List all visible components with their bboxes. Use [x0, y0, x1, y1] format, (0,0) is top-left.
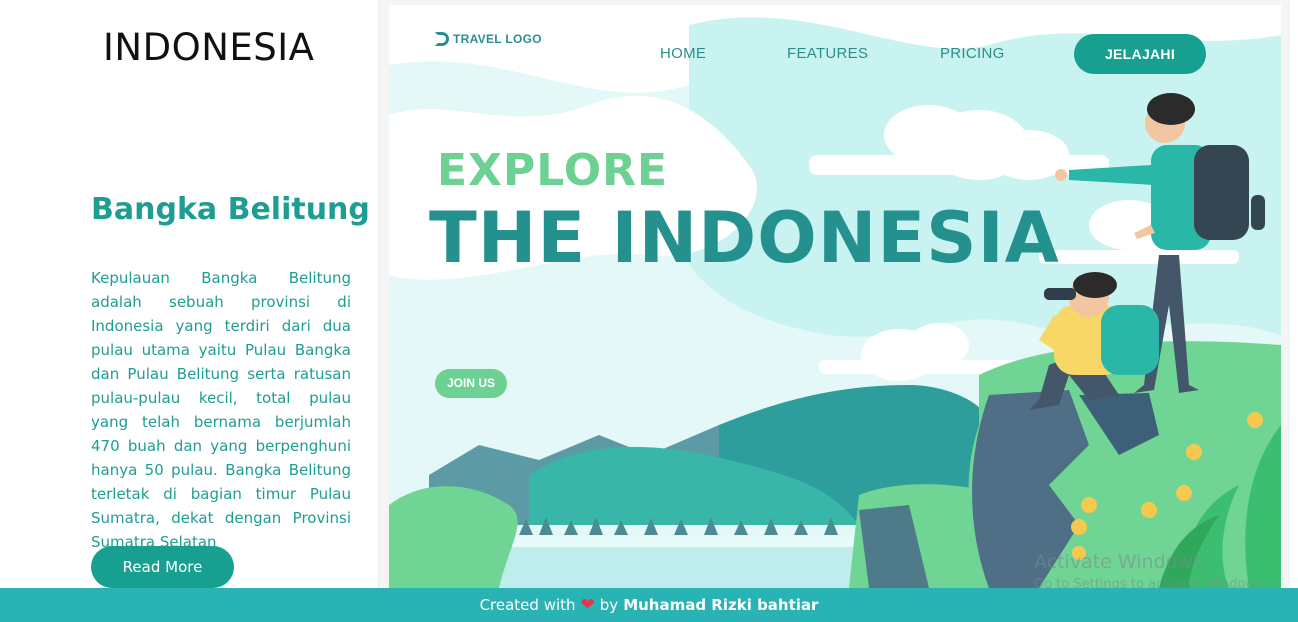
join-us-button[interactable]: JOIN US	[435, 369, 507, 398]
activate-windows-watermark: Activate Windows Go to Settings to activ…	[1034, 551, 1267, 588]
nav-pricing[interactable]: PRICING	[940, 45, 1005, 62]
heart-icon: ❤	[580, 594, 595, 615]
hero-illustration: TRAVEL LOGO HOME FEATURES PRICING JELAJA…	[389, 5, 1281, 588]
read-more-button[interactable]: Read More	[91, 546, 234, 588]
logo-icon	[435, 32, 449, 46]
footer-by-text: by	[599, 596, 619, 614]
logo-text: TRAVEL LOGO	[453, 32, 542, 46]
watermark-line1: Activate Windows	[1034, 551, 1203, 573]
hero-explore-text: EXPLORE	[437, 145, 669, 196]
site-brand: INDONESIA	[103, 26, 315, 69]
footer-created-text: Created with	[479, 596, 576, 614]
nav-features[interactable]: FEATURES	[787, 45, 868, 62]
hero-banner: TRAVEL LOGO HOME FEATURES PRICING JELAJA…	[378, 0, 1290, 588]
region-title: Bangka Belitung	[91, 192, 370, 227]
watermark-line2: Go to Settings to activate Windows.	[1034, 577, 1267, 588]
footer-author[interactable]: Muhamad Rizki bahtiar	[623, 596, 818, 614]
footer-bar: Created with ❤ by Muhamad Rizki bahtiar	[0, 588, 1298, 622]
travel-logo[interactable]: TRAVEL LOGO	[435, 32, 542, 46]
jelajahi-button[interactable]: JELAJAHI	[1074, 34, 1206, 74]
nav-home[interactable]: HOME	[660, 45, 706, 62]
hero-headline: THE INDONESIA	[429, 197, 1060, 279]
region-description: Kepulauan Bangka Belitung adalah sebuah …	[91, 269, 351, 551]
landscape-illustration	[389, 17, 1281, 588]
